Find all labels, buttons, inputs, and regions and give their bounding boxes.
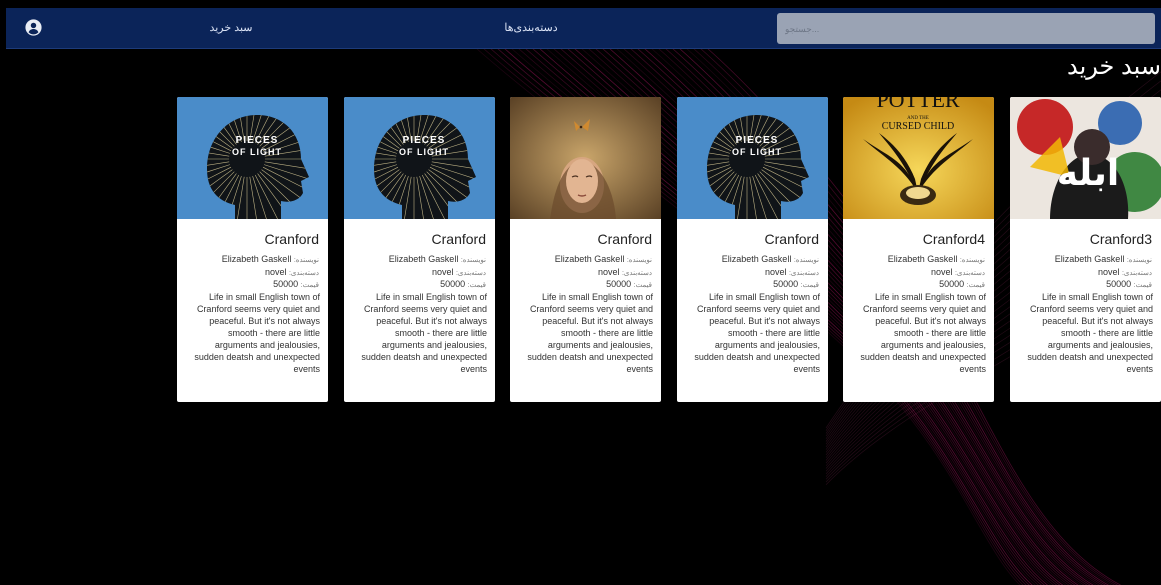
book-card[interactable]: ابله Cranford3 نویسنده: Elizabeth Gaskell د… [1010,97,1161,402]
book-description: Life in small English town of Cranford s… [860,292,986,374]
top-navbar: سبد خرید دسته‌بندی‌ها [6,8,1161,49]
book-price-row: قیمت: 50000 [273,279,319,289]
book-price-label: قیمت: [633,282,652,289]
book-category: novel [930,267,953,277]
cart-card-list: PIECES OF LIGHT Cranford نویسنده: Elizabeth… [177,97,1161,403]
book-category-row: دسته‌بندی: novel [1098,267,1152,277]
svg-text:POTTER: POTTER [876,97,959,112]
nav-link-categories[interactable]: دسته‌بندی‌ها [476,21,586,34]
book-price: 50000 [773,279,799,289]
book-category-label: دسته‌بندی: [1121,270,1152,277]
book-author-row: نویسنده: Elizabeth Gaskell [1055,254,1152,264]
book-title[interactable]: Cranford [765,231,819,247]
book-price-label: قیمت: [300,282,319,289]
svg-text:PIECES: PIECES [403,135,446,146]
app-window: سبد خرید دسته‌بندی‌ها سبد خرید PIECESOF … [6,8,1161,585]
book-price: 50000 [273,279,299,289]
book-category-label: دسته‌بندی: [455,270,486,277]
book-author: Elizabeth Gaskell [721,254,792,264]
book-cover-image[interactable]: POTTER AND THE CURSED CHILD [843,97,994,219]
book-description: Life in small English town of Cranford s… [194,292,320,374]
book-author: Elizabeth Gaskell [388,254,459,264]
book-title[interactable]: Cranford [265,231,319,247]
book-title[interactable]: Cranford [432,231,486,247]
book-author-row: نویسنده: Elizabeth Gaskell [555,254,652,264]
book-author-label: نویسنده: [293,257,319,264]
book-category-row: دسته‌بندی: novel [931,267,985,277]
book-category: novel [264,267,287,277]
book-category-row: دسته‌بندی: novel [598,267,652,277]
book-price-label: قیمت: [800,282,819,289]
book-author-label: نویسنده: [460,257,486,264]
book-title[interactable]: Cranford4 [923,231,985,247]
book-author: Elizabeth Gaskell [554,254,625,264]
book-category-row: دسته‌بندی: novel [265,267,319,277]
book-category-label: دسته‌بندی: [788,270,819,277]
book-card[interactable]: PIECES OF LIGHT Cranford نویسنده: Elizabeth… [677,97,828,402]
book-author-row: نویسنده: Elizabeth Gaskell [888,254,985,264]
book-category: novel [1097,267,1120,277]
book-category: novel [597,267,620,277]
book-title[interactable]: Cranford [598,231,652,247]
book-author-label: نویسنده: [1126,257,1152,264]
book-author-row: نویسنده: Elizabeth Gaskell [722,254,819,264]
book-cover-image[interactable]: PIECES OF LIGHT [344,97,495,219]
book-price: 50000 [440,279,466,289]
book-category-label: دسته‌بندی: [621,270,652,277]
book-card[interactable]: POTTER AND THE CURSED CHILD Cranford4 نویسند… [843,97,994,402]
nav-link-cart[interactable]: سبد خرید [191,21,271,34]
svg-text:PIECES: PIECES [736,135,779,146]
book-category-label: دسته‌بندی: [288,270,319,277]
book-cover-image[interactable]: PIECES OF LIGHT [677,97,828,219]
svg-text:OF LIGHT: OF LIGHT [732,147,782,157]
book-price-row: قیمت: 50000 [939,279,985,289]
book-author-label: نویسنده: [959,257,985,264]
book-description: Life in small English town of Cranford s… [361,292,487,374]
book-author-label: نویسنده: [793,257,819,264]
book-author: Elizabeth Gaskell [887,254,958,264]
book-description: Life in small English town of Cranford s… [527,292,653,374]
book-cover-image[interactable]: ابله [1010,97,1161,219]
user-account-icon[interactable] [25,19,42,36]
book-price-label: قیمت: [467,282,486,289]
book-description: Life in small English town of Cranford s… [694,292,820,374]
svg-text:OF LIGHT: OF LIGHT [232,147,282,157]
svg-text:PIECES: PIECES [236,135,279,146]
book-price-row: قیمت: 50000 [1106,279,1152,289]
book-author-row: نویسنده: Elizabeth Gaskell [389,254,486,264]
book-cover-image[interactable] [510,97,661,219]
book-price-row: قیمت: 50000 [440,279,486,289]
book-author: Elizabeth Gaskell [221,254,292,264]
book-price: 50000 [939,279,965,289]
svg-text:OF LIGHT: OF LIGHT [399,147,449,157]
book-card[interactable]: Cranford نویسنده: Elizabeth Gaskell دسته‌ب… [510,97,661,402]
search-input[interactable] [777,13,1155,44]
book-price-row: قیمت: 50000 [773,279,819,289]
book-cover-image[interactable]: PIECES OF LIGHT [177,97,328,219]
svg-text:ابله: ابله [1057,153,1119,194]
book-category-row: دسته‌بندی: novel [432,267,486,277]
book-description: Life in small English town of Cranford s… [1027,292,1153,374]
book-title[interactable]: Cranford3 [1090,231,1152,247]
book-author: Elizabeth Gaskell [1054,254,1125,264]
book-price-label: قیمت: [1133,282,1152,289]
book-price-row: قیمت: 50000 [606,279,652,289]
book-author-row: نویسنده: Elizabeth Gaskell [222,254,319,264]
book-price-label: قیمت: [966,282,985,289]
book-category: novel [431,267,454,277]
book-price: 50000 [606,279,632,289]
book-card[interactable]: PIECES OF LIGHT Cranford نویسنده: Elizabeth… [177,97,328,402]
book-card[interactable]: PIECES OF LIGHT Cranford نویسنده: Elizabeth… [344,97,495,402]
book-price: 50000 [1106,279,1132,289]
book-category-row: دسته‌بندی: novel [765,267,819,277]
book-author-label: نویسنده: [626,257,652,264]
svg-text:CURSED CHILD: CURSED CHILD [882,121,955,132]
book-category: novel [764,267,787,277]
page-title: سبد خرید [1067,53,1161,80]
book-category-label: دسته‌بندی: [954,270,985,277]
